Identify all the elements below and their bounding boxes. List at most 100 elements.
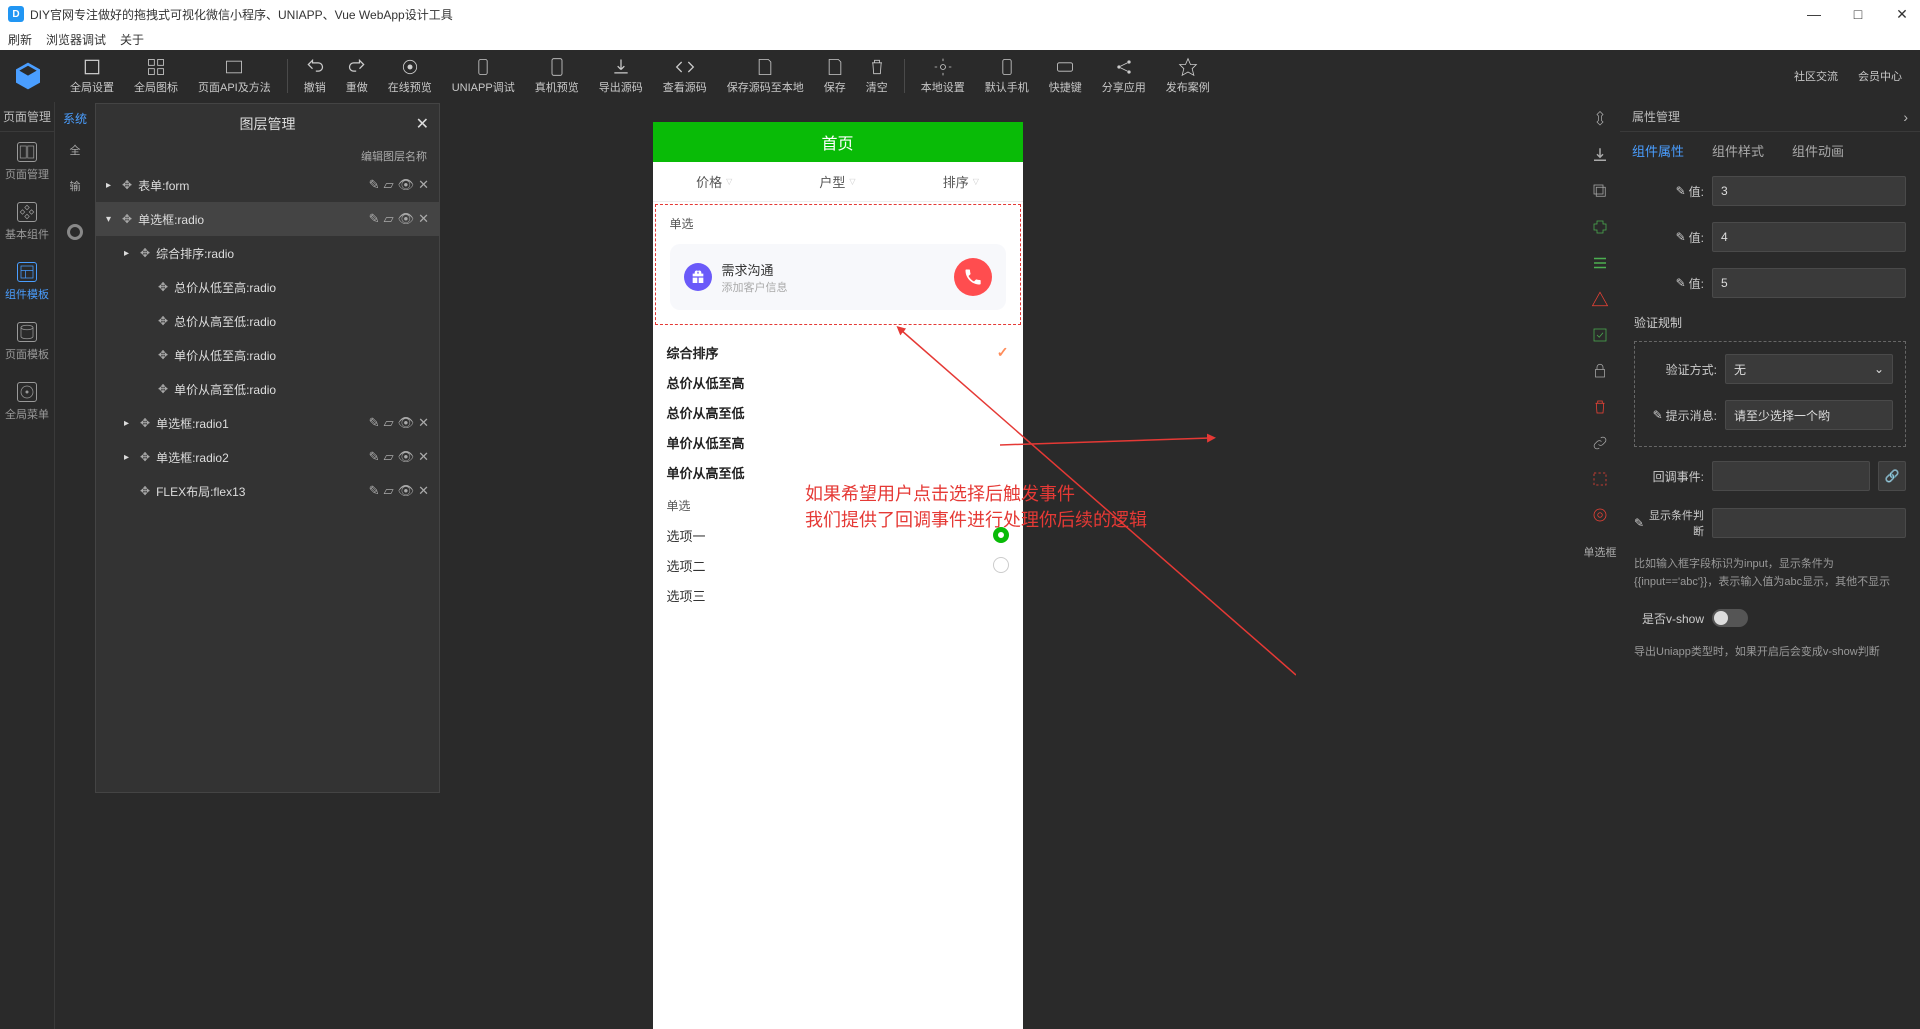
eye-layer-icon[interactable]: 👁 — [398, 177, 415, 193]
list-icon[interactable] — [1591, 254, 1609, 272]
layer-item[interactable]: ▸✥综合排序:radio — [96, 236, 439, 270]
rect-layer-icon[interactable]: ▱ — [384, 483, 394, 499]
tb-device-preview[interactable]: 真机预览 — [525, 51, 589, 101]
delete-layer-icon[interactable]: ✕ — [418, 449, 429, 465]
rect-layer-icon[interactable]: ▱ — [384, 211, 394, 227]
tb-view-source[interactable]: 查看源码 — [653, 51, 717, 101]
eye-layer-icon[interactable]: 👁 — [398, 483, 415, 499]
edit-layer-icon[interactable]: ✎ — [369, 415, 380, 431]
tb-save-local[interactable]: 保存源码至本地 — [717, 51, 814, 101]
close-button[interactable]: ✕ — [1892, 6, 1912, 23]
download-icon[interactable] — [1591, 146, 1609, 164]
minimize-button[interactable]: ― — [1804, 6, 1824, 23]
demand-card[interactable]: 需求沟通 添加客户信息 — [670, 244, 1006, 310]
sort-row-3[interactable]: 单价从低至高 — [653, 427, 1023, 457]
move-icon[interactable]: ✥ — [140, 246, 150, 260]
rect-layer-icon[interactable]: ▱ — [384, 449, 394, 465]
move-icon[interactable]: ✥ — [122, 212, 132, 226]
rail-component-template[interactable]: 组件模板 — [0, 252, 54, 312]
phone-call-icon[interactable] — [954, 258, 992, 296]
tb-uniapp-debug[interactable]: UNIAPP调试 — [442, 51, 525, 101]
edit-layer-icon[interactable]: ✎ — [369, 177, 380, 193]
warning-icon[interactable] — [1591, 290, 1609, 308]
menu-about[interactable]: 关于 — [120, 31, 144, 48]
tb-redo[interactable]: 重做 — [336, 51, 378, 101]
sort-row-4[interactable]: 单价从高至低 — [653, 457, 1023, 487]
layer-item[interactable]: ▸✥单选框:radio1✎▱👁✕ — [96, 406, 439, 440]
value-input-5[interactable]: 5 — [1712, 268, 1906, 298]
menu-browser-debug[interactable]: 浏览器调试 — [46, 31, 106, 48]
eye-layer-icon[interactable]: 👁 — [398, 211, 415, 227]
target-icon[interactable] — [1591, 506, 1609, 524]
edit-layer-icon[interactable]: ✎ — [369, 211, 380, 227]
copy-icon[interactable] — [1591, 182, 1609, 200]
delete-layer-icon[interactable]: ✕ — [418, 415, 429, 431]
valid-mode-select[interactable]: 无⌄ — [1725, 354, 1893, 384]
move-icon[interactable]: ✥ — [158, 348, 168, 362]
move-icon[interactable]: ✥ — [158, 314, 168, 328]
maximize-button[interactable]: □ — [1848, 6, 1868, 23]
condition-input[interactable] — [1712, 508, 1906, 538]
tb-save[interactable]: 保存 — [814, 51, 856, 101]
move-icon[interactable]: ✥ — [122, 178, 132, 192]
tb-preview[interactable]: 在线预览 — [378, 51, 442, 101]
tb-global-settings[interactable]: 全局设置 — [60, 51, 124, 101]
callback-link-icon[interactable]: 🔗 — [1878, 461, 1906, 491]
tb-export[interactable]: 导出源码 — [589, 51, 653, 101]
puzzle-icon[interactable] — [1591, 218, 1609, 236]
sort-row-0[interactable]: 综合排序✓ — [653, 337, 1023, 367]
link-chain-icon[interactable] — [1591, 434, 1609, 452]
proptab-anim[interactable]: 组件动画 — [1792, 141, 1844, 160]
move-icon[interactable]: ✥ — [140, 416, 150, 430]
layer-item[interactable]: ✥单价从低至高:radio — [96, 338, 439, 372]
rail-global-menu[interactable]: 全局菜单 — [0, 372, 54, 432]
sort-row-2[interactable]: 总价从高至低 — [653, 397, 1023, 427]
tb-page-api[interactable]: 页面API及方法 — [188, 51, 281, 101]
tb-shortcuts[interactable]: 快捷键 — [1039, 51, 1092, 101]
layer-item[interactable]: ✥总价从高至低:radio — [96, 304, 439, 338]
check-square-icon[interactable] — [1591, 326, 1609, 344]
tb-publish[interactable]: 发布案例 — [1156, 51, 1220, 101]
edit-layer-icon[interactable]: ✎ — [369, 483, 380, 499]
hint-input[interactable]: 请至少选择一个哟 — [1725, 400, 1893, 430]
system-tab[interactable]: 系统 — [55, 103, 95, 133]
rect-layer-icon[interactable]: ▱ — [384, 415, 394, 431]
rect-layer-icon[interactable]: ▱ — [384, 177, 394, 193]
layer-edit-name[interactable]: 编辑图层名称 — [96, 144, 439, 168]
tb-undo[interactable]: 撤销 — [294, 51, 336, 101]
value-input-4[interactable]: 4 — [1712, 222, 1906, 252]
value-input-3[interactable]: 3 — [1712, 176, 1906, 206]
opt-row-1[interactable]: 选项二 — [653, 550, 1023, 580]
rail-page-template[interactable]: 页面模板 — [0, 312, 54, 372]
layer-item[interactable]: ✥FLEX布局:flex13✎▱👁✕ — [96, 474, 439, 508]
layer-item[interactable]: ✥总价从低至高:radio — [96, 270, 439, 304]
menu-refresh[interactable]: 刷新 — [8, 31, 32, 48]
tb-clear[interactable]: 清空 — [856, 51, 898, 101]
delete-layer-icon[interactable]: ✕ — [418, 177, 429, 193]
sys-item-input[interactable]: 输 — [55, 168, 95, 204]
expand-icon[interactable]: › — [1903, 109, 1908, 125]
proptab-style[interactable]: 组件样式 — [1712, 141, 1764, 160]
proptab-attrs[interactable]: 组件属性 — [1632, 141, 1684, 160]
rail-basic-components[interactable]: 基本组件 — [0, 192, 54, 252]
sort-row-1[interactable]: 总价从低至高 — [653, 367, 1023, 397]
callback-input[interactable] — [1712, 461, 1870, 491]
tab-price[interactable]: 价格▽ — [653, 162, 776, 201]
opt-row-0[interactable]: 选项一 — [653, 520, 1023, 550]
tb-global-icons[interactable]: 全局图标 — [124, 51, 188, 101]
lock-icon[interactable] — [1591, 362, 1609, 380]
move-icon[interactable]: ✥ — [158, 280, 168, 294]
eye-layer-icon[interactable]: 👁 — [398, 449, 415, 465]
delete-layer-icon[interactable]: ✕ — [418, 211, 429, 227]
layer-close-icon[interactable]: ✕ — [416, 114, 429, 134]
tb-default-phone[interactable]: 默认手机 — [975, 51, 1039, 101]
eye-layer-icon[interactable]: 👁 — [398, 415, 415, 431]
layer-item[interactable]: ✥单价从高至低:radio — [96, 372, 439, 406]
opt-row-2[interactable]: 选项三 — [653, 580, 1023, 610]
layer-item[interactable]: ▾✥单选框:radio✎▱👁✕ — [96, 202, 439, 236]
move-icon[interactable]: ✥ — [140, 484, 150, 498]
tb-local-settings[interactable]: 本地设置 — [911, 51, 975, 101]
layer-item[interactable]: ▸✥单选框:radio2✎▱👁✕ — [96, 440, 439, 474]
sys-item-all[interactable]: 全 — [55, 132, 95, 168]
tb-community[interactable]: 社区交流 — [1784, 51, 1848, 101]
